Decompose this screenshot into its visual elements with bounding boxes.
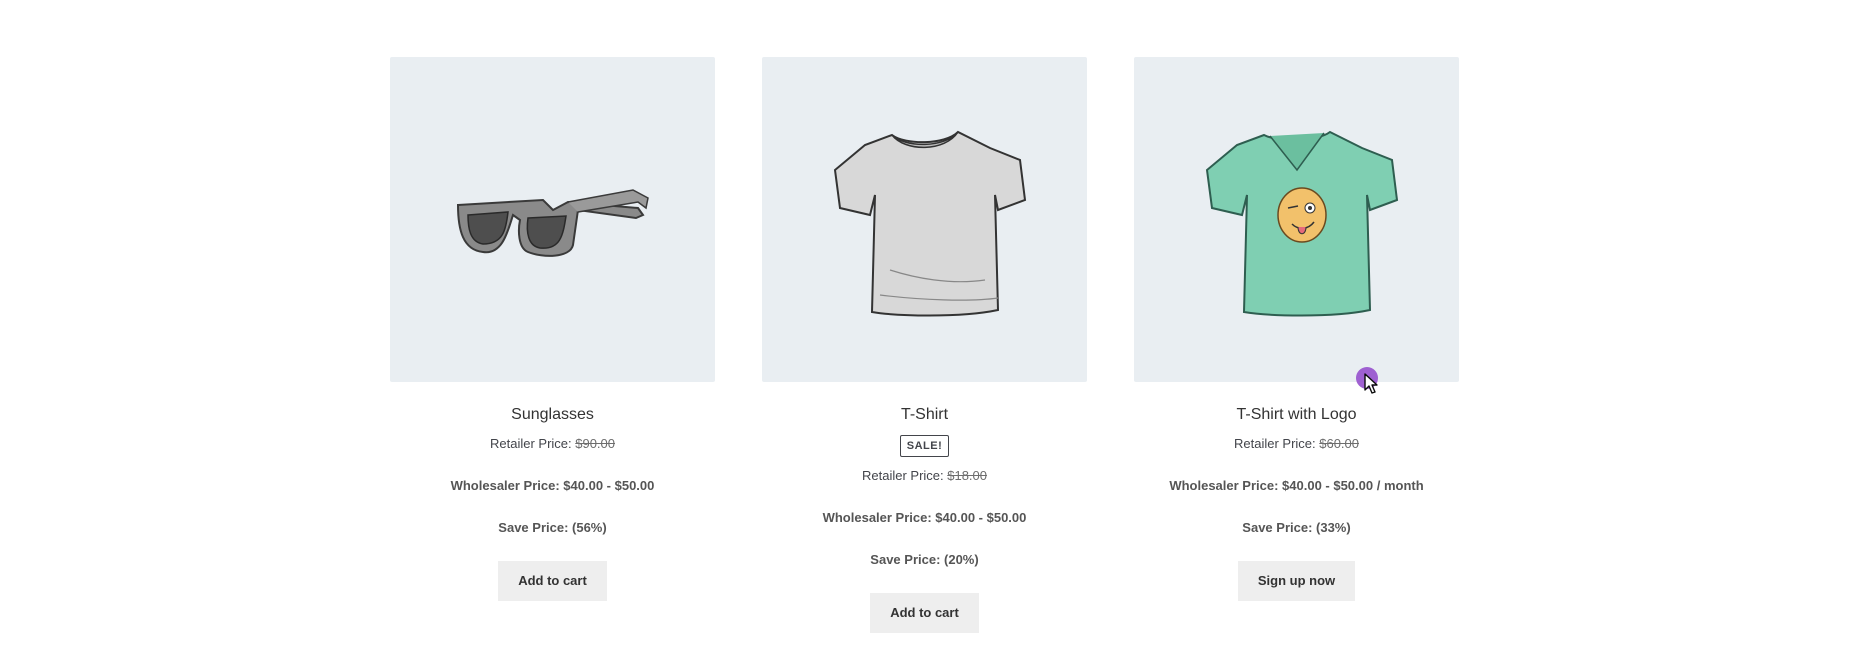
retail-price-value: $60.00 — [1319, 436, 1359, 451]
retail-price-label: Retailer Price: — [1233, 436, 1320, 451]
save-price: Save Price: (33%) — [1242, 520, 1351, 535]
save-price: Save Price: (20%) — [870, 552, 979, 567]
product-title[interactable]: T-Shirt with Logo — [1134, 405, 1459, 425]
product-image[interactable] — [762, 57, 1087, 382]
wholesale-price: Wholesaler Price: $40.00 - $50.00 — [450, 478, 655, 493]
product-card: T-Shirt with Logo Retailer Price: $60.00… — [1134, 57, 1459, 601]
retail-price-value: $90.00 — [575, 436, 615, 451]
retail-price-label: Retailer Price: — [489, 436, 576, 451]
retail-price-value: $18.00 — [947, 468, 987, 483]
sunglasses-icon — [456, 188, 649, 257]
product-card: T-Shirt SALE! Retailer Price: $18.00 Who… — [762, 57, 1087, 633]
retail-price-label: Retailer Price: — [861, 468, 948, 483]
product-image[interactable] — [390, 57, 715, 382]
retail-price: Retailer Price: $60.00 — [1134, 435, 1459, 453]
product-title[interactable]: Sunglasses — [390, 405, 715, 425]
save-price: Save Price: (56%) — [498, 520, 607, 535]
sign-up-button[interactable]: Sign up now — [1237, 561, 1356, 601]
pointer-arrow-icon — [1364, 373, 1378, 394]
product-title[interactable]: T-Shirt — [762, 405, 1087, 425]
wholesale-price: Wholesaler Price: $40.00 - $50.00 — [822, 510, 1027, 525]
tshirt-logo-icon — [1205, 130, 1398, 316]
sale-badge: SALE! — [899, 435, 950, 457]
add-to-cart-button[interactable]: Add to cart — [870, 593, 979, 633]
product-image[interactable] — [1134, 57, 1459, 382]
add-to-cart-button[interactable]: Add to cart — [498, 561, 607, 601]
wholesale-price: Wholesaler Price: $40.00 - $50.00 / mont… — [1169, 478, 1424, 493]
retail-price: Retailer Price: $90.00 — [390, 435, 715, 453]
product-card: Sunglasses Retailer Price: $90.00 Wholes… — [390, 57, 715, 601]
tshirt-icon — [833, 130, 1026, 316]
retail-price: Retailer Price: $18.00 — [762, 467, 1087, 485]
mouse-cursor-icon — [1356, 367, 1378, 394]
